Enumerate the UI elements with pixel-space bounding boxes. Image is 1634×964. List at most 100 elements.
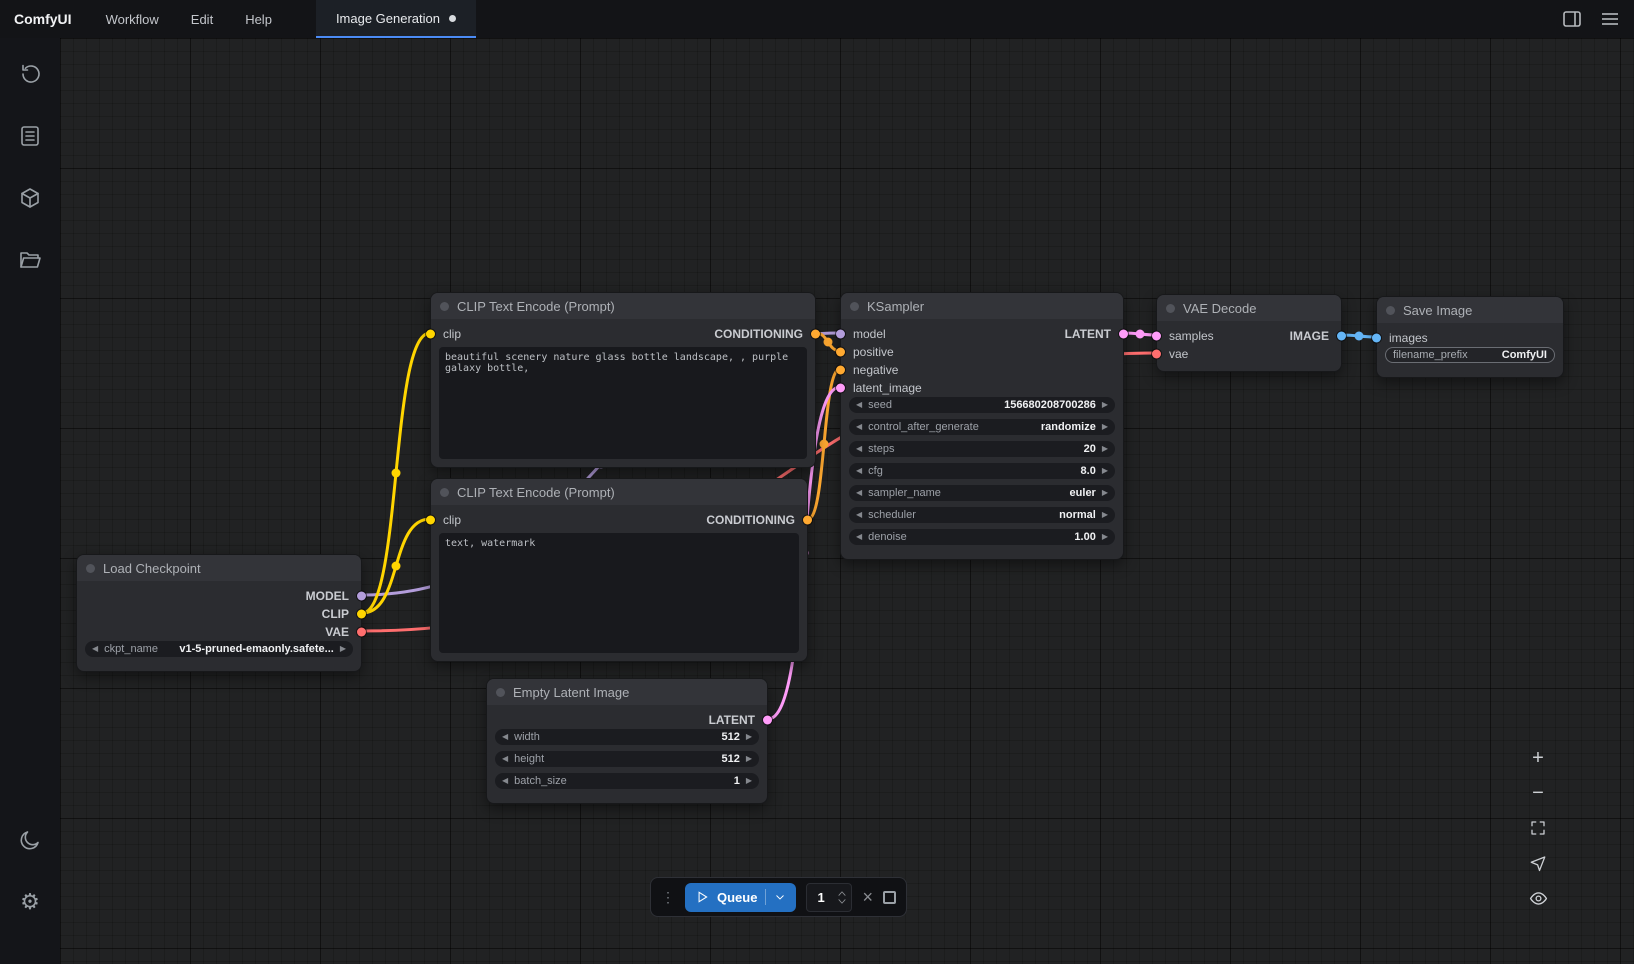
cancel-run-icon[interactable]: × (862, 888, 873, 906)
arrow-right-icon[interactable]: ▶ (1102, 401, 1108, 409)
widget-control-after-generate[interactable]: ◀ control_after_generate randomize ▶ (849, 419, 1115, 435)
toggle-panel-icon[interactable] (1562, 9, 1582, 29)
settings-gear-icon[interactable]: ⚙ (8, 880, 52, 924)
node-header[interactable]: KSampler (841, 293, 1123, 319)
arrow-right-icon[interactable]: ▶ (1102, 533, 1108, 541)
arrow-right-icon[interactable]: ▶ (1102, 489, 1108, 497)
widget-batch-size[interactable]: ◀ batch_size 1 ▶ (495, 773, 759, 789)
node-empty-latent-image[interactable]: Empty Latent Image LATENT ◀ width 512 ▶ … (486, 678, 768, 804)
widget-denoise[interactable]: ◀ denoise 1.00 ▶ (849, 529, 1115, 545)
arrow-left-icon[interactable]: ◀ (856, 401, 862, 409)
output-port-model[interactable] (357, 592, 366, 601)
input-port-vae[interactable] (1152, 350, 1161, 359)
node-header[interactable]: CLIP Text Encode (Prompt) (431, 293, 815, 319)
stepper-up-icon[interactable] (837, 890, 847, 897)
collapse-dot[interactable] (1166, 304, 1175, 313)
drag-handle-icon[interactable]: ⋮ (661, 890, 675, 904)
workflows-folder-icon[interactable] (8, 238, 52, 282)
input-port-model[interactable] (836, 330, 845, 339)
widget-steps[interactable]: ◀ steps 20 ▶ (849, 441, 1115, 457)
arrow-right-icon[interactable]: ▶ (746, 733, 752, 741)
arrow-left-icon[interactable]: ◀ (92, 645, 98, 653)
widget-scheduler[interactable]: ◀ scheduler normal ▶ (849, 507, 1115, 523)
menu-workflow[interactable]: Workflow (90, 0, 175, 38)
arrow-left-icon[interactable]: ◀ (856, 511, 862, 519)
output-port-image[interactable] (1337, 332, 1346, 341)
zoom-in-button[interactable]: + (1522, 742, 1554, 774)
input-port-clip[interactable] (426, 330, 435, 339)
arrow-right-icon[interactable]: ▶ (1102, 511, 1108, 519)
input-port-positive[interactable] (836, 348, 845, 357)
output-port-conditioning[interactable] (803, 516, 812, 525)
hamburger-menu-icon[interactable] (1600, 9, 1620, 29)
tab-image-generation[interactable]: Image Generation (316, 0, 476, 38)
fit-view-button[interactable] (1522, 812, 1554, 844)
input-port-negative[interactable] (836, 366, 845, 375)
queue-button[interactable]: Queue (685, 883, 796, 912)
select-mode-button[interactable] (1522, 847, 1554, 879)
node-header[interactable]: VAE Decode (1157, 295, 1341, 321)
node-header[interactable]: Empty Latent Image (487, 679, 767, 705)
collapse-dot[interactable] (86, 564, 95, 573)
widget-cfg[interactable]: ◀ cfg 8.0 ▶ (849, 463, 1115, 479)
widget-sampler-name[interactable]: ◀ sampler_name euler ▶ (849, 485, 1115, 501)
arrow-right-icon[interactable]: ▶ (340, 645, 346, 653)
input-port-images[interactable] (1372, 334, 1381, 343)
widget-seed[interactable]: ◀ seed 156680208700286 ▶ (849, 397, 1115, 413)
output-port-clip[interactable] (357, 610, 366, 619)
node-save-image[interactable]: Save Image images filename_prefix ComfyU… (1376, 296, 1564, 378)
arrow-left-icon[interactable]: ◀ (502, 733, 508, 741)
node-ksampler[interactable]: KSampler model LATENT positive negative … (840, 292, 1124, 560)
menu-help[interactable]: Help (229, 0, 288, 38)
workflow-history-icon[interactable] (8, 52, 52, 96)
arrow-left-icon[interactable]: ◀ (856, 467, 862, 475)
arrow-left-icon[interactable]: ◀ (502, 777, 508, 785)
output-port-latent[interactable] (1119, 330, 1128, 339)
arrow-right-icon[interactable]: ▶ (746, 755, 752, 763)
slot-row: clip CONDITIONING (431, 325, 815, 343)
output-port-conditioning[interactable] (811, 330, 820, 339)
arrow-right-icon[interactable]: ▶ (1102, 423, 1108, 431)
widget-height[interactable]: ◀ height 512 ▶ (495, 751, 759, 767)
widget-width[interactable]: ◀ width 512 ▶ (495, 729, 759, 745)
menu-edit[interactable]: Edit (175, 0, 229, 38)
collapse-dot[interactable] (440, 488, 449, 497)
input-port-samples[interactable] (1152, 332, 1161, 341)
zoom-out-button[interactable]: − (1522, 777, 1554, 809)
node-load-checkpoint[interactable]: Load Checkpoint MODEL CLIP VAE ◀ ckpt_na… (76, 554, 362, 672)
widget-ckpt-name[interactable]: ◀ ckpt_name v1-5-pruned-emaonly.safete..… (85, 641, 353, 657)
arrow-right-icon[interactable]: ▶ (746, 777, 752, 785)
widget-filename-prefix[interactable]: filename_prefix ComfyUI (1385, 347, 1555, 363)
node-header[interactable]: Load Checkpoint (77, 555, 361, 581)
arrow-left-icon[interactable]: ◀ (856, 445, 862, 453)
output-port-latent[interactable] (763, 716, 772, 725)
batch-count-input[interactable]: 1 (806, 883, 852, 912)
node-vae-decode[interactable]: VAE Decode samples IMAGE vae (1156, 294, 1342, 372)
arrow-right-icon[interactable]: ▶ (1102, 445, 1108, 453)
stop-icon[interactable] (883, 891, 896, 904)
prompt-text-input[interactable]: beautiful scenery nature glass bottle la… (439, 347, 807, 459)
collapse-dot[interactable] (496, 688, 505, 697)
node-clip-text-encode-positive[interactable]: CLIP Text Encode (Prompt) clip CONDITION… (430, 292, 816, 468)
input-port-clip[interactable] (426, 516, 435, 525)
arrow-left-icon[interactable]: ◀ (856, 489, 862, 497)
toggle-visibility-eye-button[interactable] (1522, 882, 1554, 914)
theme-toggle-moon-icon[interactable] (8, 818, 52, 862)
stepper-down-icon[interactable] (837, 898, 847, 905)
collapse-dot[interactable] (850, 302, 859, 311)
arrow-left-icon[interactable]: ◀ (502, 755, 508, 763)
arrow-left-icon[interactable]: ◀ (856, 423, 862, 431)
queue-list-icon[interactable] (8, 114, 52, 158)
prompt-text-input[interactable]: text, watermark (439, 533, 799, 653)
collapse-dot[interactable] (1386, 306, 1395, 315)
output-port-vae[interactable] (357, 628, 366, 637)
node-header[interactable]: CLIP Text Encode (Prompt) (431, 479, 807, 505)
app-logo[interactable]: ComfyUI (0, 0, 90, 38)
node-header[interactable]: Save Image (1377, 297, 1563, 323)
arrow-right-icon[interactable]: ▶ (1102, 467, 1108, 475)
input-port-latent-image[interactable] (836, 384, 845, 393)
collapse-dot[interactable] (440, 302, 449, 311)
model-library-icon[interactable] (8, 176, 52, 220)
node-clip-text-encode-negative[interactable]: CLIP Text Encode (Prompt) clip CONDITION… (430, 478, 808, 662)
arrow-left-icon[interactable]: ◀ (856, 533, 862, 541)
